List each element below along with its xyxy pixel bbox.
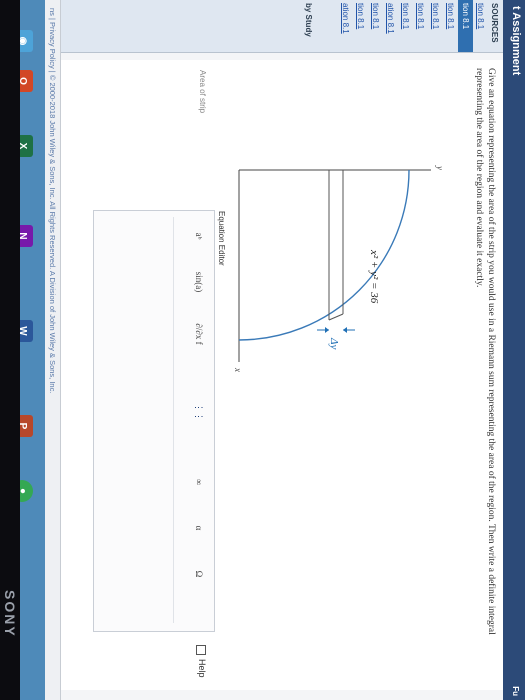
sidebar-item[interactable]: tion 8.1	[443, 0, 458, 52]
sidebar-item-active[interactable]: tion 8.1	[458, 0, 473, 52]
circle-arc	[238, 169, 410, 341]
partial-derivative-button[interactable]: ∂/∂x f	[190, 323, 208, 345]
delta-arrowhead	[325, 327, 329, 333]
sidebar-item[interactable]: tion 8.1	[413, 0, 428, 52]
area-of-strip-label: Area of strip	[198, 70, 207, 114]
alpha-button[interactable]: α	[190, 517, 208, 539]
circle-equation: x² + y² = 36	[368, 249, 380, 304]
delta-y-label: Δy	[328, 337, 340, 349]
y-axis-label: y	[435, 165, 445, 170]
infinity-button[interactable]: ∞	[190, 471, 208, 493]
sidebar: SOURCES tion 8.1 tion 8.1 tion 8.1 tion …	[61, 0, 503, 53]
sidebar-item[interactable]: tion 8.1	[473, 0, 488, 52]
equation-input-area[interactable]	[103, 217, 174, 623]
footer: ns | Privacy Policy | © 2000-2018 John W…	[44, 0, 61, 700]
x-axis-label: x	[233, 367, 243, 372]
sidebar-item[interactable]: tion 8.1	[353, 0, 368, 52]
sin-button[interactable]: sin(a)	[190, 271, 208, 293]
equation-editor: Equation Editor aᵇ sin(a) ∂/∂x f ⋮⋮ ∞ α …	[93, 210, 226, 632]
quarter-circle-figure: y x x² + y² = 36 Δy	[221, 130, 451, 460]
strip-right	[328, 313, 344, 321]
sidebar-item[interactable]: tion 8.1	[368, 0, 383, 52]
delta-arrowhead	[343, 327, 347, 333]
top-right-tag[interactable]: Fu	[511, 686, 520, 696]
main-content: Give an equation representing the area o…	[61, 60, 503, 690]
help-button[interactable]: Help	[193, 645, 211, 685]
study-label: by Study	[304, 3, 313, 37]
sidebar-item[interactable]: ation 8.1	[383, 0, 398, 52]
monitor-bezel: SONY	[0, 0, 20, 700]
equation-editor-title: Equation Editor	[217, 211, 226, 266]
brand-logo: SONY	[2, 590, 18, 638]
help-label: Help	[197, 659, 207, 678]
sidebar-item[interactable]: ation 8.1	[338, 0, 353, 52]
title-bar: t Assignment Fu	[503, 0, 525, 700]
omega-button[interactable]: Ω	[190, 563, 208, 585]
sidebar-item[interactable]: tion 8.1	[428, 0, 443, 52]
question-text: Give an equation representing the area o…	[474, 68, 496, 635]
help-icon	[196, 645, 207, 655]
app-title: t Assignment	[510, 6, 522, 76]
sidebar-heading: SOURCES	[490, 3, 499, 43]
screen: t Assignment Fu SOURCES tion 8.1 tion 8.…	[0, 0, 525, 700]
matrix-button[interactable]: ⋮⋮	[190, 401, 208, 423]
superscript-button[interactable]: aᵇ	[190, 225, 208, 247]
sidebar-item[interactable]: tion 8.1	[398, 0, 413, 52]
